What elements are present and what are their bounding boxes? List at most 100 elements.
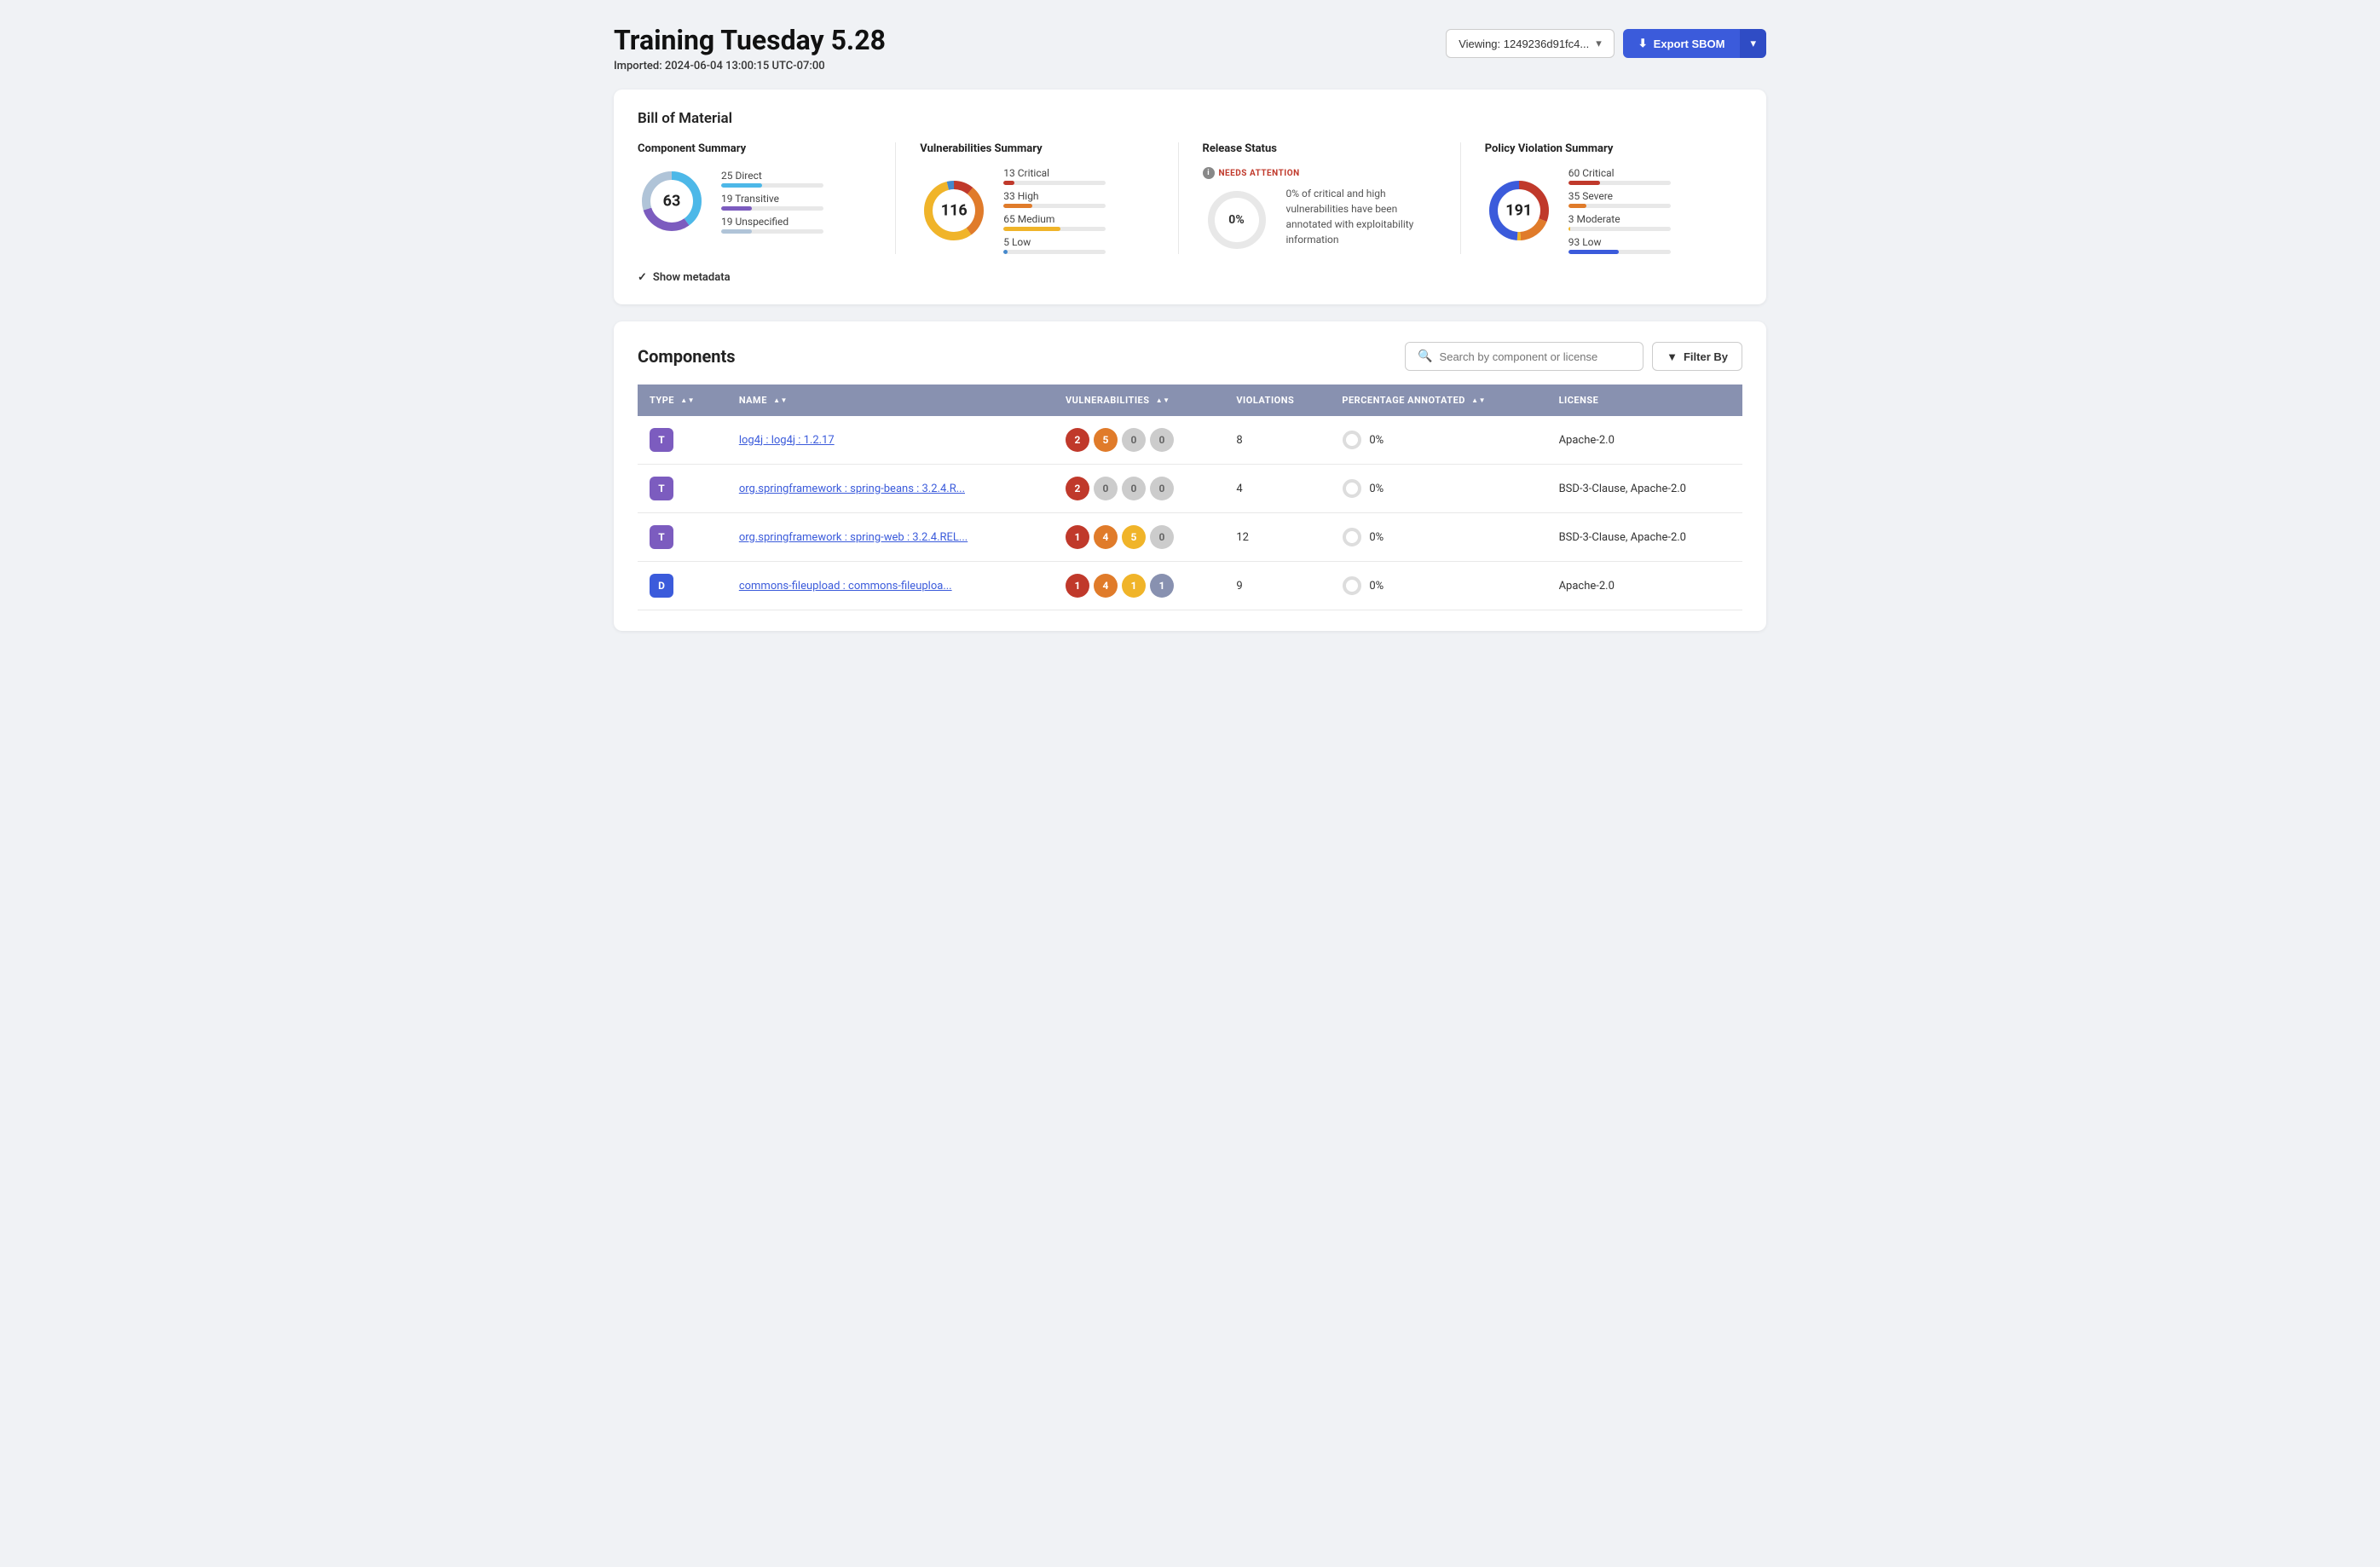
release-content: 0% 0% of critical and high vulnerabiliti… bbox=[1203, 186, 1436, 254]
vuln-badge[interactable]: 2 bbox=[1066, 477, 1089, 500]
policy-moderate-label: 3 Moderate bbox=[1568, 213, 1671, 225]
cell-vulnerabilities: 1450 bbox=[1054, 513, 1224, 562]
policy-violation-content: 191 60 Critical 35 Severe bbox=[1485, 167, 1719, 254]
vuln-badge[interactable]: 1 bbox=[1066, 525, 1089, 549]
cell-type: T bbox=[638, 416, 727, 465]
export-caret-button[interactable]: ▾ bbox=[1740, 29, 1766, 58]
annotated-wrap: 0% bbox=[1342, 430, 1534, 450]
vuln-badge[interactable]: 1 bbox=[1066, 574, 1089, 598]
bom-title: Bill of Material bbox=[638, 110, 1742, 127]
stat-medium-bar-wrap bbox=[1003, 227, 1106, 231]
policy-stat-moderate: 3 Moderate bbox=[1568, 213, 1671, 231]
cell-annotated: 0% bbox=[1330, 513, 1546, 562]
stat-low: 5 Low bbox=[1003, 236, 1106, 254]
stat-high-label: 33 High bbox=[1003, 190, 1106, 202]
vuln-stat-list: 13 Critical 33 High 65 Med bbox=[1003, 167, 1106, 254]
cell-license: Apache-2.0 bbox=[1547, 416, 1742, 465]
search-box[interactable]: 🔍 bbox=[1405, 342, 1643, 371]
type-badge: T bbox=[650, 477, 673, 500]
sort-annotated-icon[interactable]: ▲▼ bbox=[1471, 397, 1486, 404]
component-link[interactable]: org.springframework : spring-beans : 3.2… bbox=[739, 483, 965, 495]
components-title: Components bbox=[638, 346, 736, 367]
top-header: Training Tuesday 5.28 Imported: 2024-06-… bbox=[614, 24, 1766, 72]
component-link[interactable]: log4j : log4j : 1.2.17 bbox=[739, 434, 835, 447]
stat-transitive-label: 19 Transitive bbox=[721, 193, 823, 205]
vuln-badge[interactable]: 1 bbox=[1122, 574, 1146, 598]
stat-unspecified-label: 19 Unspecified bbox=[721, 216, 823, 228]
component-donut: 63 bbox=[638, 167, 706, 235]
cell-vulnerabilities: 1411 bbox=[1054, 562, 1224, 610]
th-name: NAME ▲▼ bbox=[727, 385, 1054, 416]
stat-critical-bar-wrap bbox=[1003, 181, 1106, 185]
stat-critical-label: 13 Critical bbox=[1003, 167, 1106, 179]
vuln-summary-section: Vulnerabilities Summary bbox=[896, 142, 1178, 254]
vuln-badge[interactable]: 5 bbox=[1122, 525, 1146, 549]
annotated-wrap: 0% bbox=[1342, 478, 1534, 499]
annotated-pct-label: 0% bbox=[1369, 434, 1384, 447]
sort-vuln-icon[interactable]: ▲▼ bbox=[1156, 397, 1170, 404]
stat-unspecified: 19 Unspecified bbox=[721, 216, 823, 234]
cell-license: BSD-3-Clause, Apache-2.0 bbox=[1547, 465, 1742, 513]
stat-direct-bar bbox=[721, 183, 762, 188]
sort-name-icon[interactable]: ▲▼ bbox=[773, 397, 788, 404]
stat-direct-bar-wrap bbox=[721, 183, 823, 188]
vuln-badge[interactable]: 0 bbox=[1094, 477, 1118, 500]
th-vulnerabilities: VULNERABILITIES ▲▼ bbox=[1054, 385, 1224, 416]
viewing-dropdown[interactable]: Viewing: 1249236d91fc4... ▾ bbox=[1446, 29, 1615, 58]
annotated-donut-mini bbox=[1342, 478, 1362, 499]
annotated-wrap: 0% bbox=[1342, 575, 1534, 596]
info-icon: i bbox=[1203, 167, 1215, 179]
export-sbom-button[interactable]: ⬇ Export SBOM bbox=[1623, 29, 1741, 58]
vuln-total: 116 bbox=[941, 202, 968, 220]
vuln-badge[interactable]: 0 bbox=[1150, 428, 1174, 452]
policy-critical-label: 60 Critical bbox=[1568, 167, 1671, 179]
policy-stat-list: 60 Critical 35 Severe 3 Mo bbox=[1568, 167, 1671, 254]
metadata-chevron-icon: ✓ bbox=[638, 271, 647, 284]
export-label: Export SBOM bbox=[1654, 38, 1725, 50]
sort-type-icon[interactable]: ▲▼ bbox=[680, 397, 695, 404]
policy-critical-bar bbox=[1568, 181, 1600, 185]
policy-stat-severe: 35 Severe bbox=[1568, 190, 1671, 208]
filter-icon: ▼ bbox=[1667, 350, 1678, 363]
needs-attention-badge: NEEDS ATTENTION bbox=[1219, 169, 1300, 178]
policy-violation-title: Policy Violation Summary bbox=[1485, 142, 1719, 155]
vuln-badge[interactable]: 0 bbox=[1122, 428, 1146, 452]
vuln-badge[interactable]: 2 bbox=[1066, 428, 1089, 452]
vuln-badge[interactable]: 0 bbox=[1150, 477, 1174, 500]
components-card: Components 🔍 ▼ Filter By TYPE ▲▼ bbox=[614, 321, 1766, 631]
cell-type: D bbox=[638, 562, 727, 610]
release-title-text: Release Status bbox=[1203, 142, 1277, 155]
component-link[interactable]: commons-fileupload : commons-fileuploa..… bbox=[739, 580, 952, 593]
vuln-badge[interactable]: 0 bbox=[1122, 477, 1146, 500]
show-metadata-toggle[interactable]: ✓ Show metadata bbox=[638, 271, 1742, 284]
cell-type: T bbox=[638, 513, 727, 562]
components-table: TYPE ▲▼ NAME ▲▼ VULNERABILITIES ▲▼ VIOLA… bbox=[638, 385, 1742, 610]
vuln-badge[interactable]: 4 bbox=[1094, 574, 1118, 598]
stat-unspecified-bar-wrap bbox=[721, 229, 823, 234]
needs-attention-row: i NEEDS ATTENTION bbox=[1203, 167, 1436, 179]
stat-medium-label: 65 Medium bbox=[1003, 213, 1106, 225]
stat-low-label: 5 Low bbox=[1003, 236, 1106, 248]
policy-severe-bar bbox=[1568, 204, 1587, 208]
stat-medium-bar bbox=[1003, 227, 1060, 231]
filter-label: Filter By bbox=[1684, 350, 1728, 363]
vuln-badge[interactable]: 5 bbox=[1094, 428, 1118, 452]
component-summary-title: Component Summary bbox=[638, 142, 871, 155]
vuln-badge[interactable]: 1 bbox=[1150, 574, 1174, 598]
th-annotated: PERCENTAGE ANNOTATED ▲▼ bbox=[1330, 385, 1546, 416]
annotated-donut-mini bbox=[1342, 430, 1362, 450]
component-total: 63 bbox=[663, 193, 681, 211]
cell-name: log4j : log4j : 1.2.17 bbox=[727, 416, 1054, 465]
vuln-badge[interactable]: 4 bbox=[1094, 525, 1118, 549]
filter-by-button[interactable]: ▼ Filter By bbox=[1652, 342, 1742, 371]
cell-name: org.springframework : spring-beans : 3.2… bbox=[727, 465, 1054, 513]
title-block: Training Tuesday 5.28 Imported: 2024-06-… bbox=[614, 24, 886, 72]
cell-annotated: 0% bbox=[1330, 562, 1546, 610]
cell-name: org.springframework : spring-web : 3.2.4… bbox=[727, 513, 1054, 562]
stat-high: 33 High bbox=[1003, 190, 1106, 208]
vuln-badge[interactable]: 0 bbox=[1150, 525, 1174, 549]
component-link[interactable]: org.springframework : spring-web : 3.2.4… bbox=[739, 531, 968, 544]
stat-transitive: 19 Transitive bbox=[721, 193, 823, 211]
cell-vulnerabilities: 2500 bbox=[1054, 416, 1224, 465]
search-input[interactable] bbox=[1440, 350, 1632, 363]
